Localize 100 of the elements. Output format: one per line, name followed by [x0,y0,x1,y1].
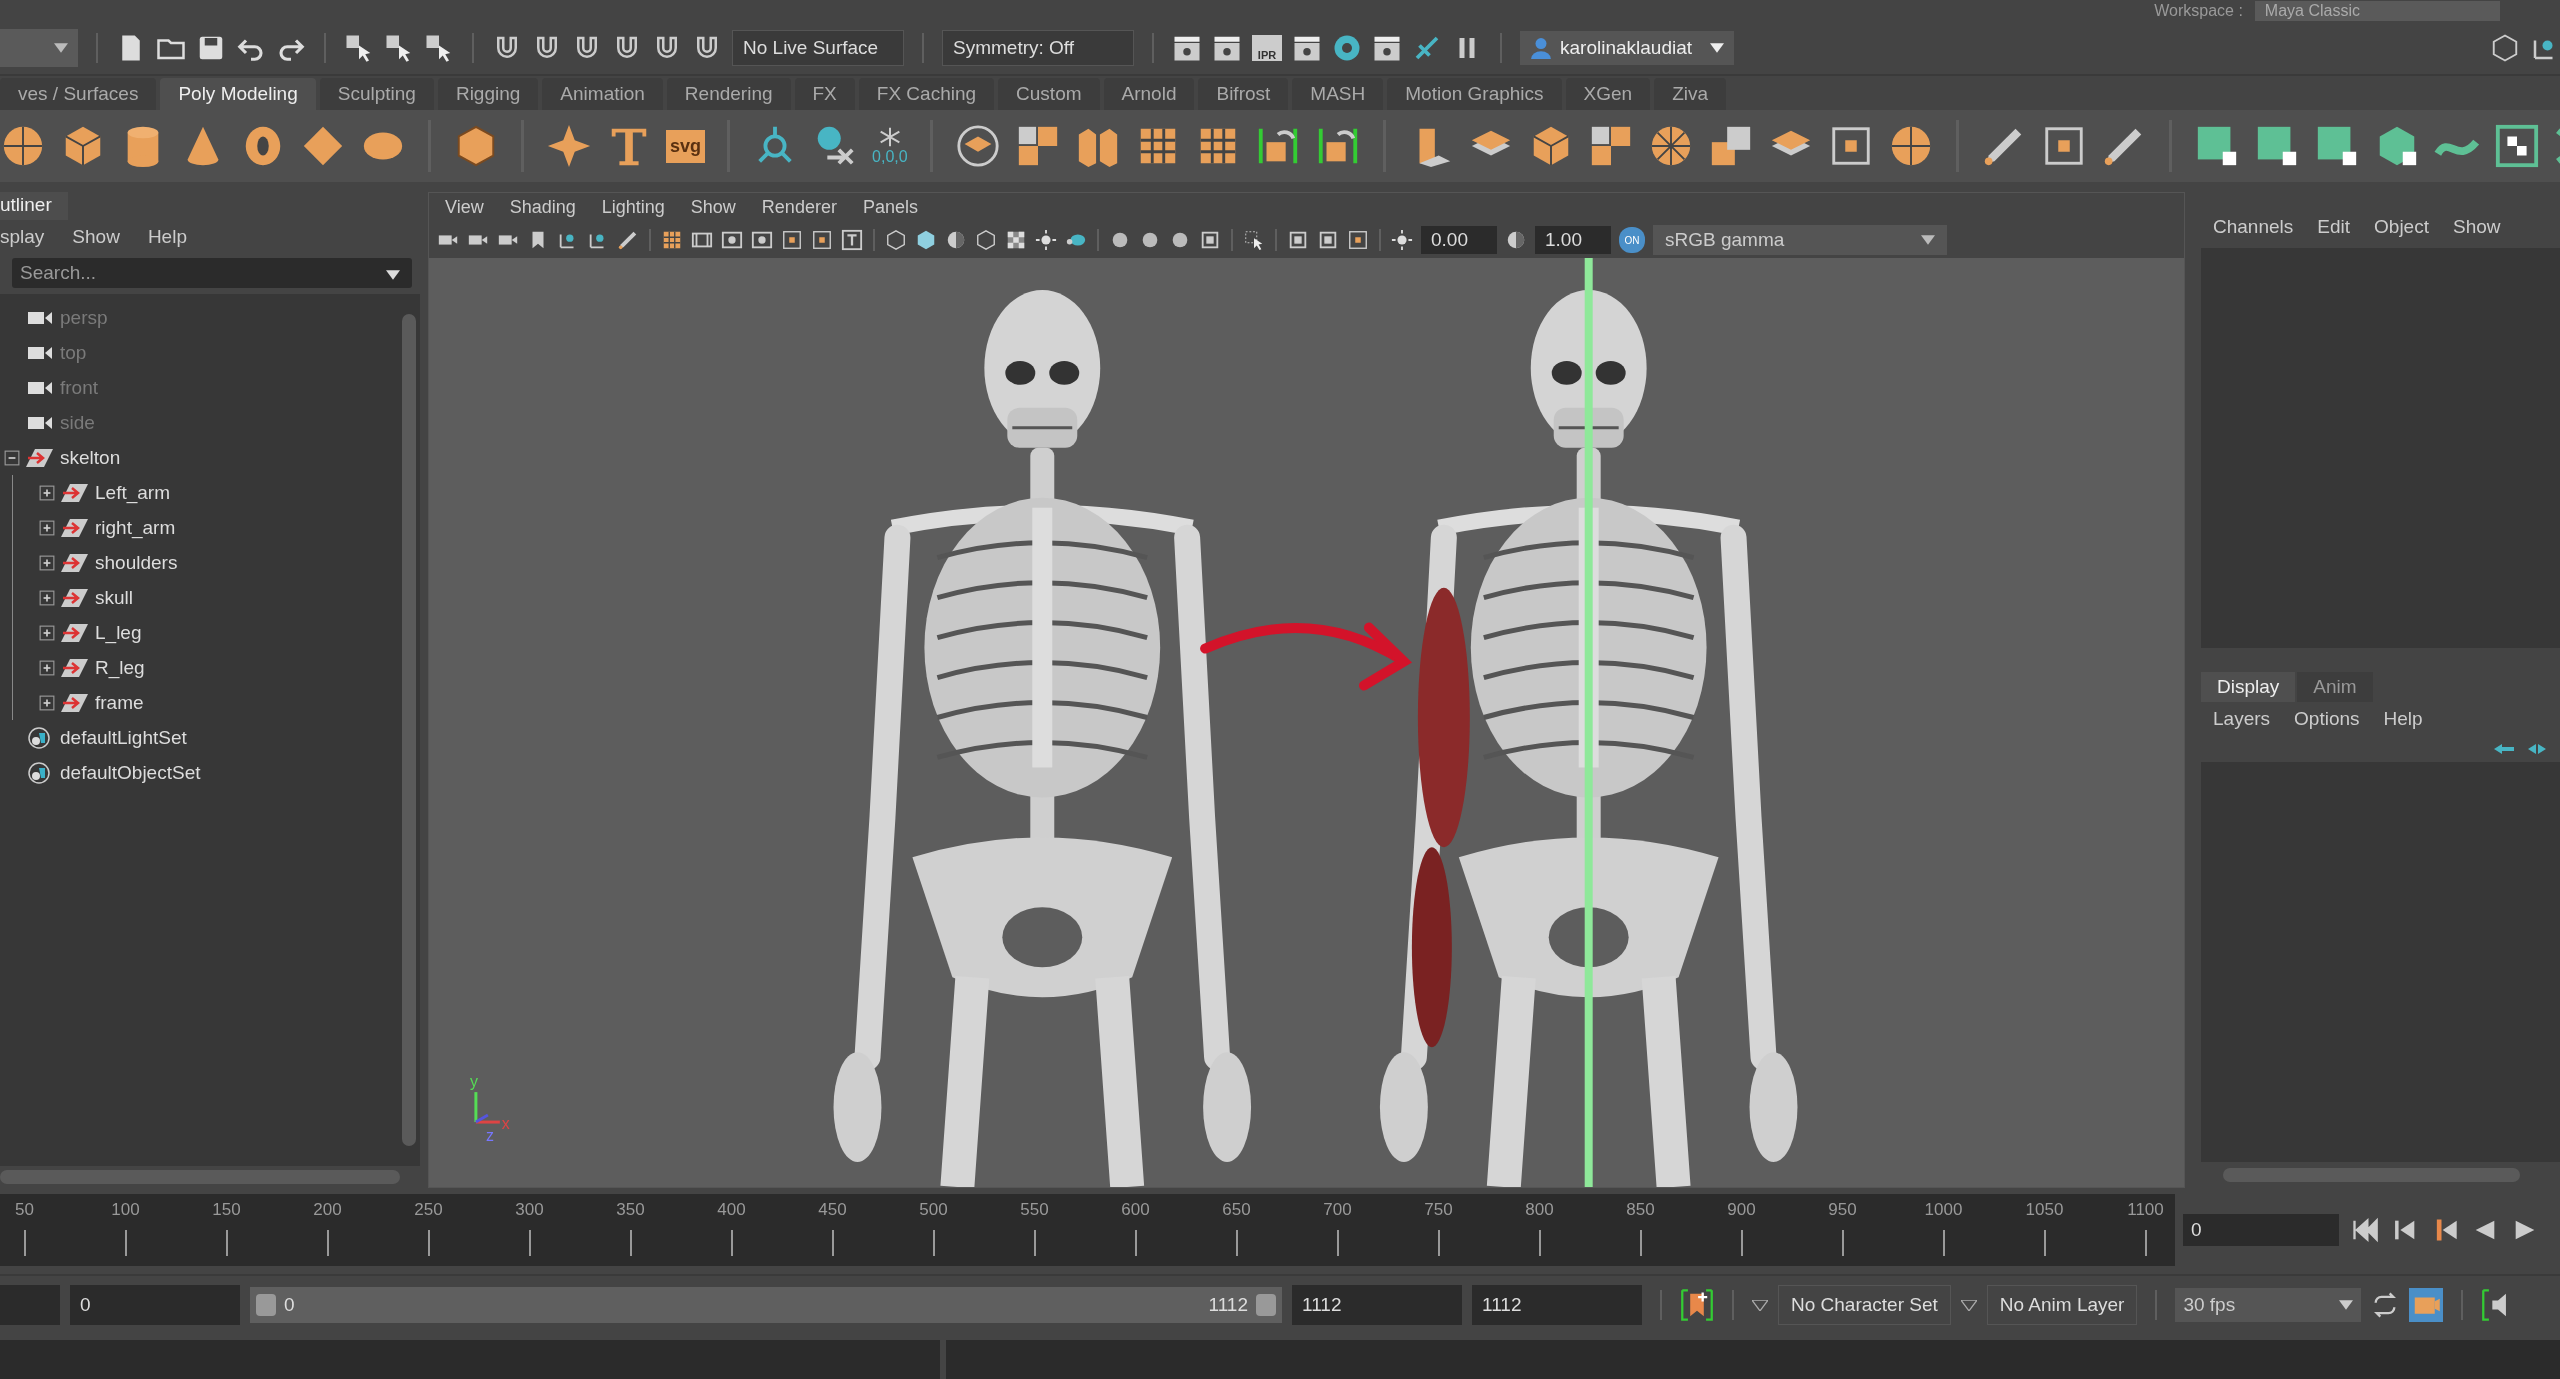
range-end-field[interactable]: 1112 [1292,1285,1462,1325]
menu-item[interactable]: Shading [509,197,576,218]
expand-icon[interactable] [39,659,55,676]
frame-icon[interactable] [1347,229,1369,251]
square-icon[interactable] [1287,229,1309,251]
slider-handle[interactable] [1256,1294,1276,1316]
shelf-tab[interactable]: FX Caching [858,78,995,110]
expand-icon[interactable] [39,624,55,641]
pen-icon[interactable] [617,229,639,251]
menu-item[interactable]: Show [2452,216,2501,238]
shelf-tab[interactable]: Animation [542,78,663,110]
character-set-dropdown[interactable]: No Character Set [1778,1285,1951,1325]
checker-icon[interactable] [2493,123,2540,169]
shelf-tab[interactable]: Poly Modeling [160,78,316,110]
hypershade-icon[interactable] [1332,33,1362,63]
ipr-render-button[interactable]: IPR [1252,35,1282,61]
expand-icon[interactable] [39,554,55,571]
menu-item[interactable]: splay [0,226,45,248]
color-management-toggle[interactable]: ON [1619,227,1645,253]
menu-item[interactable]: Channels [2213,216,2294,238]
smooth-shade-icon[interactable] [915,229,937,251]
expand-icon[interactable] [39,484,55,501]
expand-icon[interactable] [39,519,55,536]
live-surface-field[interactable]: No Live Surface [732,30,904,66]
expand-icon[interactable] [39,694,55,711]
layer-editor-tab[interactable]: Anim [2297,672,2373,702]
text-icon[interactable] [841,229,863,251]
menu-set-dropdown[interactable] [0,29,78,67]
resolution-gate-icon[interactable] [721,229,743,251]
start-frame-field[interactable] [0,1285,60,1325]
color-space-dropdown[interactable]: sRGB gamma [1653,225,1947,255]
shelf-tab[interactable]: FX [794,78,855,110]
outliner-item[interactable]: right_arm [95,516,176,539]
bookmark-add-icon[interactable] [1680,1288,1714,1322]
end-frame-field[interactable]: 1112 [1472,1285,1642,1325]
grid-icon[interactable] [661,229,683,251]
current-frame-field[interactable]: 0 [2183,1214,2339,1246]
snowflake-button[interactable]: 0,0,0 [872,126,908,166]
outliner-item[interactable]: skelton [60,446,121,469]
user-account-button[interactable]: karolinaklaudiat [1520,31,1735,65]
menu-item[interactable]: Help [2383,708,2423,730]
frame-rate-dropdown[interactable]: 30 fps [2175,1288,2362,1322]
frame-ruler[interactable]: 50 100 150 200 250 300 350 400 450 500 550 600 650 700 750 800 850 900 950 1000 1050 1100 [0,1194,2175,1266]
shelf-tab[interactable]: Bifrost [1198,78,1289,110]
outliner-item[interactable]: Left_arm [95,481,170,504]
exposure-field[interactable]: 0.00 [1421,226,1497,254]
start-frame-field[interactable]: 0 [70,1285,240,1325]
outliner-item[interactable]: defaultObjectSet [60,761,201,784]
exposure-icon[interactable] [1391,229,1413,251]
outliner-item[interactable]: skull [95,586,133,609]
resolution-gate-icon[interactable] [751,229,773,251]
shelf-tab[interactable]: XGen [1565,78,1651,110]
command-line-field[interactable] [0,1340,940,1379]
select-icon[interactable] [1243,229,1265,251]
menu-item[interactable]: Help [147,226,187,248]
outliner-item[interactable]: L_leg [95,621,142,644]
menu-item[interactable]: Options [2294,708,2360,730]
range-slider[interactable]: 0 1112 [250,1287,1282,1323]
square-icon[interactable] [1317,229,1339,251]
checker-icon[interactable] [1005,229,1027,251]
frame-icon[interactable] [811,229,833,251]
shelf-tab[interactable]: Motion Graphics [1387,78,1562,110]
outliner-item[interactable]: shoulders [95,551,178,574]
shelf-tab[interactable]: MASH [1292,78,1384,110]
film-icon[interactable] [2409,1288,2444,1322]
anim-layer-dropdown[interactable]: No Anim Layer [1986,1285,2138,1325]
shelf-tab[interactable]: Rendering [666,78,791,110]
search-field[interactable]: Search... [12,258,412,288]
shelf-tab[interactable]: Sculpting [319,78,434,110]
gamma-icon[interactable] [1505,229,1527,251]
frame-icon[interactable] [781,229,803,251]
shelf-tab[interactable]: ves / Surfaces [0,78,157,110]
svg-tool-button[interactable]: svg [666,129,706,163]
go-to-start-icon[interactable] [2351,1216,2379,1244]
wireframe-icon[interactable] [975,229,997,251]
outliner-item[interactable]: R_leg [95,656,145,679]
caret-icon[interactable] [1960,1299,1977,1311]
collapse-icon[interactable] [4,449,20,466]
light-icon[interactable] [1035,229,1057,251]
menu-item[interactable]: Show [72,226,120,248]
symmetry-dropdown[interactable]: Symmetry: Off [942,30,1134,66]
menu-item[interactable]: View [445,197,484,218]
shelf-tab[interactable]: Arnold [1103,78,1195,110]
slider-handle[interactable] [256,1294,276,1316]
shelf-tab[interactable]: Rigging [437,78,539,110]
outliner-tab[interactable]: utliner [0,192,68,220]
menu-item[interactable]: Panels [862,197,918,218]
menu-item[interactable]: Layers [2213,708,2271,730]
menu-item[interactable]: Object [2374,216,2429,238]
layers-icon[interactable] [954,123,1001,169]
menu-item[interactable]: Lighting [601,197,665,218]
gamma-field[interactable]: 1.00 [1535,226,1611,254]
wireframe-icon[interactable] [885,229,907,251]
star-icon[interactable] [546,123,592,169]
modeling-toolkit-icon[interactable] [2490,33,2520,63]
menu-item[interactable]: Edit [2317,216,2351,238]
caret-icon[interactable] [1752,1299,1768,1311]
shelf-tab[interactable]: Custom [998,78,1100,110]
half-shade-icon[interactable] [945,229,967,251]
menu-item[interactable]: Renderer [761,197,837,218]
